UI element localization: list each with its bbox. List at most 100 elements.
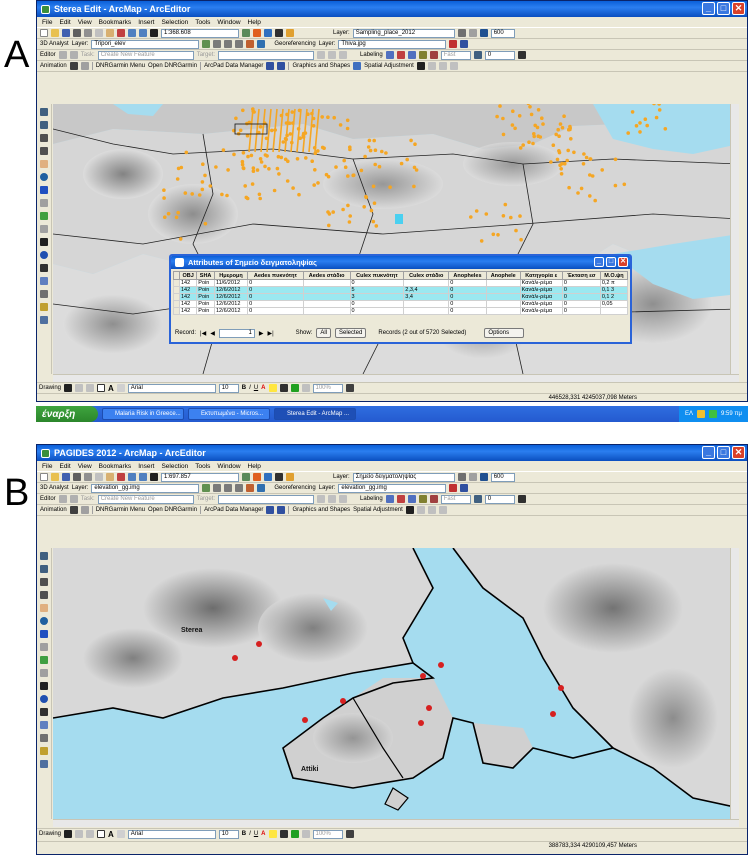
hyperlink-icon[interactable] — [40, 303, 48, 311]
editor-menu[interactable]: Editor — [40, 496, 56, 502]
cut-icon[interactable] — [84, 29, 92, 37]
menu-edit[interactable]: Edit — [59, 463, 70, 470]
fixed-zoom-out-icon[interactable] — [40, 591, 48, 599]
font-size-dropdown[interactable]: 10 — [218, 383, 239, 393]
marker-color-icon[interactable] — [290, 830, 299, 838]
table-cell[interactable]: 0,05 — [599, 300, 629, 308]
target-dropdown[interactable] — [218, 494, 315, 504]
print-icon[interactable] — [73, 473, 81, 481]
table-cell[interactable]: 142 — [178, 279, 198, 287]
align-icon[interactable] — [301, 830, 310, 838]
labeling-menu[interactable]: Labeling — [360, 52, 383, 58]
table-cell[interactable]: 0 — [561, 307, 601, 315]
clear-selection-icon[interactable] — [40, 225, 48, 233]
table-cell[interactable]: 142 — [178, 307, 198, 315]
capture-view-icon[interactable] — [80, 506, 89, 514]
paste-icon[interactable] — [106, 29, 114, 37]
new-text-icon[interactable]: A — [108, 384, 114, 393]
trap-point-marker[interactable] — [340, 698, 346, 704]
contour-icon[interactable] — [202, 484, 211, 492]
bold-button[interactable]: B — [242, 831, 246, 837]
menu-file[interactable]: File — [42, 463, 52, 470]
line-of-sight-icon[interactable] — [224, 40, 233, 48]
select-elements-icon[interactable] — [405, 506, 414, 514]
horizontal-scrollbar[interactable] — [53, 374, 739, 382]
pan-hand-icon[interactable] — [40, 160, 48, 168]
rectangle-icon[interactable] — [97, 384, 106, 392]
rotate-icon[interactable] — [75, 830, 84, 838]
3d-analyst-label[interactable]: 3D Analyst — [40, 41, 69, 47]
clear-selection-icon[interactable] — [40, 669, 48, 677]
animation-control-icon[interactable] — [69, 506, 78, 514]
identify-icon[interactable] — [286, 473, 294, 481]
zoom-whole-page-icon[interactable] — [86, 830, 95, 838]
italic-button[interactable]: I — [249, 831, 251, 837]
arcglobe-icon[interactable] — [257, 40, 266, 48]
last-record-button[interactable]: ▶| — [267, 330, 273, 337]
zoom-whole-page-icon[interactable] — [86, 384, 95, 392]
layout-icon[interactable] — [517, 51, 526, 59]
open-dnrgarmin-button[interactable]: Open DNRGarmin — [148, 63, 197, 69]
zoom-in-icon[interactable] — [40, 552, 48, 560]
table-cell[interactable] — [485, 300, 521, 308]
taskbar-item-malaria[interactable]: Malaria Risk in Greece... — [102, 408, 184, 420]
menu-bookmarks[interactable]: Bookmarks — [99, 19, 132, 26]
georef-layer-dropdown[interactable]: Thiva.jpg — [338, 39, 447, 49]
identify-icon[interactable] — [40, 695, 48, 703]
identify-icon[interactable] — [286, 29, 294, 37]
sketch-properties-icon[interactable] — [339, 495, 348, 503]
zoom-out-icon[interactable] — [40, 121, 48, 129]
table-row[interactable]: 142 Poin 12/6/2012 0 0 0 Κανάλι-ρέμα 0 — [173, 307, 629, 315]
get-data-icon[interactable] — [266, 62, 275, 70]
label-priority-icon[interactable] — [396, 495, 405, 503]
table-cell[interactable] — [403, 307, 450, 315]
table-cell[interactable]: 0 — [561, 293, 601, 301]
zoom-value-field[interactable]: 600 — [490, 472, 515, 482]
menu-tools[interactable]: Tools — [195, 19, 210, 26]
get-data-icon[interactable] — [266, 506, 275, 514]
vertical-scrollbar[interactable] — [730, 548, 739, 819]
font-color-icon[interactable]: A — [261, 385, 265, 391]
minimize-button[interactable]: _ — [702, 446, 715, 459]
menu-window[interactable]: Window — [217, 19, 240, 26]
paste-icon[interactable] — [106, 473, 114, 481]
trap-point-marker[interactable] — [302, 717, 308, 723]
column-header[interactable]: Ημερομη — [213, 271, 249, 280]
table-cell[interactable] — [302, 300, 351, 308]
close-button[interactable]: ✕ — [618, 257, 628, 267]
arcscene-icon[interactable] — [246, 484, 255, 492]
arcpad-menu[interactable]: ArcPad Data Manager — [204, 507, 263, 513]
table-cell[interactable] — [302, 307, 351, 315]
attributes-icon[interactable] — [328, 51, 337, 59]
column-header[interactable]: Έκταση εσ — [561, 271, 601, 280]
undo-icon[interactable] — [128, 473, 136, 481]
save-icon[interactable] — [62, 29, 70, 37]
layout-zoom-dropdown[interactable]: 100% — [312, 829, 343, 839]
sun-icon[interactable] — [468, 473, 477, 481]
table-cell[interactable]: Poin — [196, 286, 215, 294]
full-extent-icon[interactable] — [40, 173, 48, 181]
column-header[interactable]: OBJ — [178, 271, 198, 280]
table-cell[interactable] — [485, 293, 521, 301]
table-row[interactable]: 142 Poin 11/6/2012 0 0 0 Κανάλι-ρέμα 0 0,2 π — [173, 279, 629, 287]
select-elements-icon[interactable] — [40, 682, 48, 690]
table-cell[interactable]: 0 — [448, 300, 487, 308]
column-header[interactable]: Κατηγορία ε — [519, 271, 563, 280]
delete-icon[interactable] — [117, 473, 125, 481]
table-cell[interactable] — [485, 307, 521, 315]
minimize-button[interactable]: _ — [702, 2, 715, 15]
table-cell[interactable] — [599, 307, 629, 315]
rotate-icon[interactable] — [75, 384, 84, 392]
forward-extent-icon[interactable] — [40, 643, 48, 651]
column-header[interactable]: Culex πυκνότητ — [349, 271, 405, 280]
print-icon[interactable] — [73, 29, 81, 37]
menu-view[interactable]: View — [78, 463, 92, 470]
select-elements-icon[interactable] — [64, 384, 73, 392]
menu-view[interactable]: View — [78, 19, 92, 26]
globe-icon[interactable] — [479, 473, 488, 481]
layout-zoom-dropdown[interactable]: 100% — [312, 383, 343, 393]
fast-dropdown[interactable]: Fast — [440, 50, 471, 60]
maximize-button[interactable]: □ — [717, 2, 730, 15]
zoom-value-field[interactable]: 600 — [490, 28, 515, 38]
column-header[interactable]: SHA — [196, 271, 215, 280]
